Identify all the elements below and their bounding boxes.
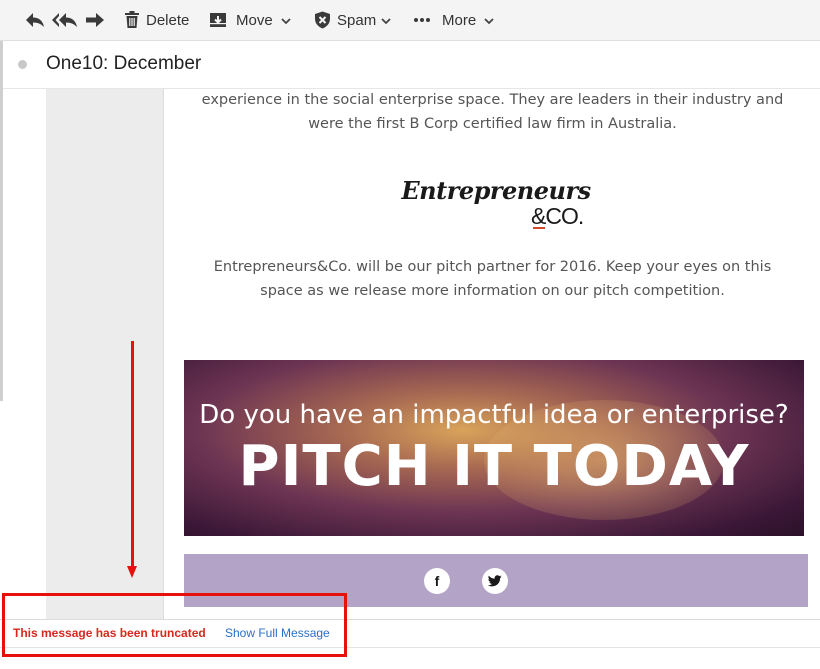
spam-label: Spam [337,11,377,29]
message-paragraph: Entrepreneurs&Co. will be our pitch part… [180,255,805,303]
ellipsis-icon [414,18,430,22]
move-label: Move [236,11,273,29]
twitter-icon[interactable] [482,568,508,594]
paragraph-line: were the first B Corp certified law firm… [308,116,677,132]
facebook-icon[interactable]: f [424,568,450,594]
entrepreneurs-logo-wordmark: Entrepreneurs [401,176,591,205]
trash-icon [124,11,140,29]
message-paragraph: experience in the social enterprise spac… [180,88,805,136]
chevron-down-icon [281,12,291,29]
message-body-gutter [46,89,164,619]
banner-headline: PITCH IT TODAY [238,434,750,499]
reply-icon[interactable] [24,10,46,30]
logo-accent-line [533,227,545,229]
shield-icon [314,11,331,29]
pitch-banner-image[interactable]: Do you have an impactful idea or enterpr… [184,360,804,536]
message-subject: One10: December [46,53,202,74]
entrepreneurs-logo-co: &CO. [531,203,584,229]
spam-button[interactable]: Spam [314,8,391,32]
annotation-highlight-box [2,593,347,657]
move-button[interactable]: Move [209,8,291,32]
reply-all-icon[interactable] [52,10,78,30]
move-to-folder-icon [209,12,227,28]
annotation-arrow-head [127,566,137,578]
banner-tagline: Do you have an impactful idea or enterpr… [199,400,789,430]
paragraph-line: experience in the social enterprise spac… [201,92,784,108]
forward-icon[interactable] [84,10,106,30]
more-button[interactable]: More [414,8,494,32]
message-header: One10: December [0,41,820,89]
delete-button[interactable]: Delete [124,8,189,32]
message-body [164,89,820,619]
more-label: More [442,11,477,29]
paragraph-line: space as we release more information on … [260,283,725,299]
delete-label: Delete [146,11,190,29]
scroll-indicator[interactable] [0,41,3,401]
annotation-arrow-line [131,341,134,569]
chevron-down-icon [484,12,494,29]
message-toolbar: Delete Move Spam More [0,0,820,41]
facebook-glyph: f [434,573,440,589]
chevron-down-icon [381,12,391,29]
read-status-dot-icon[interactable] [18,60,27,69]
paragraph-line: Entrepreneurs&Co. will be our pitch part… [213,259,772,275]
